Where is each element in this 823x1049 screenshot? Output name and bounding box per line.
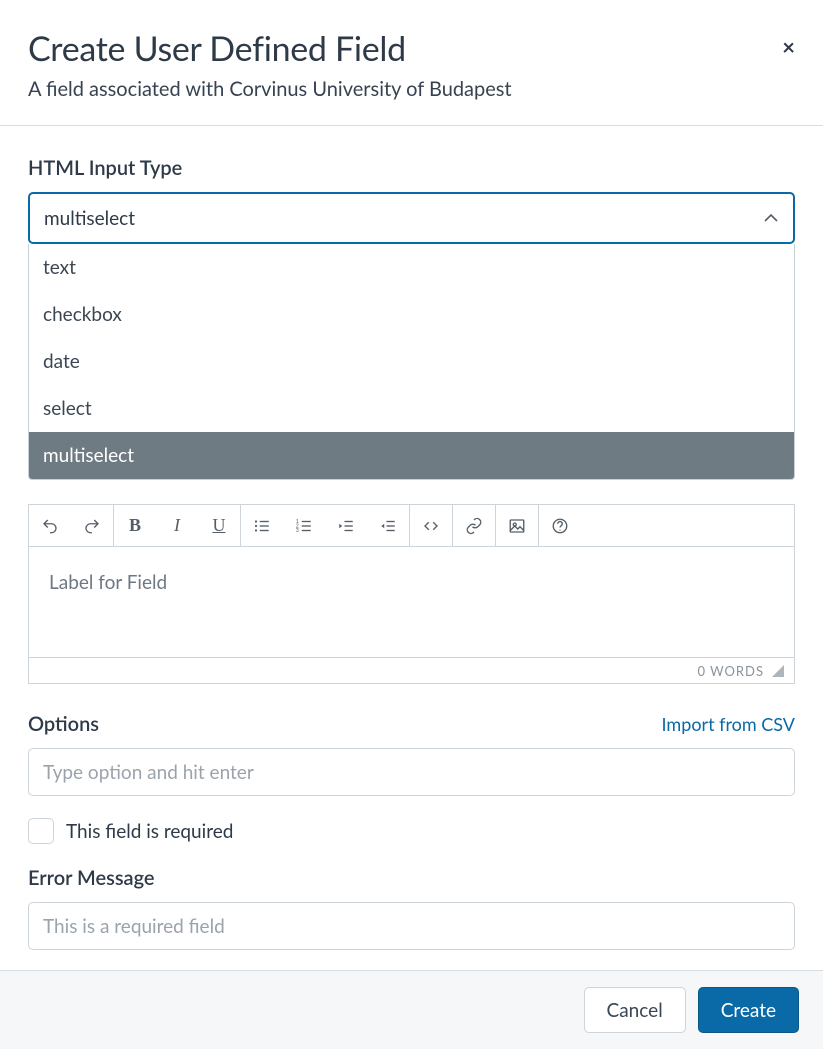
- number-list-icon[interactable]: 123: [283, 505, 325, 546]
- outdent-icon[interactable]: [367, 505, 409, 546]
- select-dropdown: text checkbox date select multiselect: [28, 244, 795, 480]
- create-udf-modal: Create User Defined Field A field associ…: [0, 0, 823, 1049]
- word-count: 0 WORDS: [697, 663, 764, 679]
- indent-icon[interactable]: [325, 505, 367, 546]
- select-display[interactable]: multiselect: [28, 192, 795, 244]
- bullet-list-icon[interactable]: [241, 505, 283, 546]
- bold-icon[interactable]: B: [114, 505, 156, 546]
- underline-icon[interactable]: U: [198, 505, 240, 546]
- italic-icon[interactable]: I: [156, 505, 198, 546]
- error-message-input[interactable]: [28, 902, 795, 950]
- select-option-text[interactable]: text: [29, 244, 794, 291]
- link-icon[interactable]: [453, 505, 495, 546]
- required-checkbox[interactable]: [28, 818, 54, 844]
- modal-title: Create User Defined Field: [28, 28, 795, 69]
- error-message-label: Error Message: [28, 866, 795, 890]
- create-button[interactable]: Create: [698, 987, 799, 1033]
- modal-subtitle: A field associated with Corvinus Univers…: [28, 77, 795, 101]
- svg-text:3: 3: [296, 528, 299, 534]
- select-value: multiselect: [44, 207, 135, 230]
- options-input[interactable]: [28, 748, 795, 796]
- required-row: This field is required: [28, 818, 795, 844]
- select-option-checkbox[interactable]: checkbox: [29, 291, 794, 338]
- resize-handle-icon[interactable]: [772, 665, 784, 677]
- undo-icon[interactable]: [29, 505, 71, 546]
- input-type-select[interactable]: multiselect text checkbox date select mu…: [28, 192, 795, 244]
- image-icon[interactable]: [496, 505, 538, 546]
- help-icon[interactable]: [539, 505, 581, 546]
- editor-textarea[interactable]: Label for Field: [29, 547, 794, 657]
- editor-statusbar: 0 WORDS: [29, 657, 794, 683]
- options-header: Options Import from CSV: [28, 712, 795, 736]
- select-option-date[interactable]: date: [29, 338, 794, 385]
- close-icon[interactable]: ×: [782, 36, 795, 58]
- editor-toolbar: B I U 123: [29, 505, 794, 547]
- modal-header: Create User Defined Field A field associ…: [0, 0, 823, 125]
- modal-footer: Cancel Create: [0, 970, 823, 1049]
- select-option-multiselect[interactable]: multiselect: [29, 432, 794, 479]
- options-label: Options: [28, 712, 99, 736]
- input-type-label: HTML Input Type: [28, 156, 795, 180]
- required-label[interactable]: This field is required: [66, 820, 233, 843]
- redo-icon[interactable]: [71, 505, 113, 546]
- import-csv-link[interactable]: Import from CSV: [662, 713, 795, 735]
- cancel-button[interactable]: Cancel: [584, 987, 686, 1033]
- select-option-select[interactable]: select: [29, 385, 794, 432]
- code-icon[interactable]: [410, 505, 452, 546]
- chevron-up-icon: [763, 210, 779, 226]
- modal-body: HTML Input Type multiselect text checkbo…: [0, 126, 823, 970]
- label-editor: B I U 123: [28, 504, 795, 684]
